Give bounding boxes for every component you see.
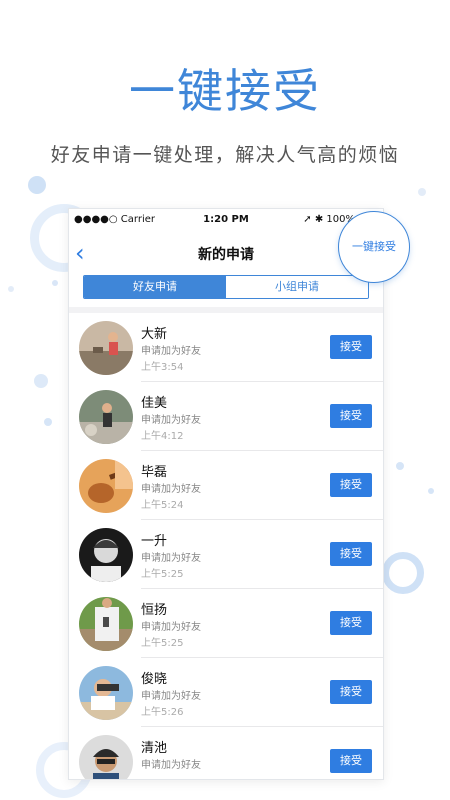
request-list: 大新 申请加为好友 上午3:54 接受 佳美 申请加为好友 上午4:12 接受 …	[69, 313, 383, 779]
requester-name: 俊晓	[141, 672, 168, 687]
request-time: 上午5:24	[141, 500, 184, 511]
accept-button[interactable]: 接受	[330, 473, 372, 497]
request-message: 申请加为好友	[141, 484, 201, 495]
requester-name: 一升	[141, 534, 168, 549]
accept-button[interactable]: 接受	[330, 335, 372, 359]
requester-name: 恒扬	[141, 603, 168, 618]
avatar	[79, 597, 133, 651]
request-message: 申请加为好友	[141, 622, 201, 633]
request-message: 申请加为好友	[141, 691, 201, 702]
decor-bubble	[34, 374, 48, 388]
decor-ring	[382, 552, 424, 594]
request-message: 申请加为好友	[141, 553, 201, 564]
list-item: 一升 申请加为好友 上午5:25 接受	[69, 520, 383, 589]
request-time: 上午5:25	[141, 569, 184, 580]
accept-button[interactable]: 接受	[330, 680, 372, 704]
request-message: 申请加为好友	[141, 346, 201, 357]
list-item: 大新 申请加为好友 上午3:54 接受	[69, 313, 383, 382]
decor-bubble	[418, 188, 426, 196]
decor-bubble	[396, 462, 404, 470]
request-message: 申请加为好友	[141, 415, 201, 426]
accept-button[interactable]: 接受	[330, 749, 372, 773]
requester-name: 毕磊	[141, 465, 168, 480]
tab-friend-requests[interactable]: 好友申请	[84, 276, 226, 298]
avatar	[79, 735, 133, 779]
nav-bar: ‹ 新的申请 一键	[69, 231, 383, 275]
accept-button[interactable]: 接受	[330, 542, 372, 566]
avatar	[79, 390, 133, 444]
phone-screen: ●●●●○ Carrier 1:20 PM ➚ ✱ 100% ‹ 新的申请 一键…	[68, 208, 384, 780]
promo-page: 一键接受 好友申请一键处理，解决人气高的烦恼 ●●●●○ Carrier 1:2…	[0, 0, 450, 800]
list-item: 佳美 申请加为好友 上午4:12 接受	[69, 382, 383, 451]
page-title: 新的申请	[198, 247, 254, 263]
decor-bubble	[428, 488, 434, 494]
segment-bar: 好友申请 小组申请	[69, 275, 383, 307]
requester-name: 大新	[141, 327, 168, 342]
subheadline: 好友申请一键处理，解决人气高的烦恼	[50, 144, 400, 166]
requester-name: 清池	[141, 741, 168, 756]
accept-all-callout[interactable]: 一键接受	[338, 211, 410, 283]
request-time: 上午3:54	[141, 362, 184, 373]
request-message: 申请加为好友	[141, 760, 201, 771]
accept-button[interactable]: 接受	[330, 404, 372, 428]
accept-button[interactable]: 接受	[330, 611, 372, 635]
decor-bubble	[44, 418, 52, 426]
list-item: 清池 申请加为好友 接受	[69, 727, 383, 779]
decor-bubble	[28, 176, 46, 194]
avatar	[79, 459, 133, 513]
headline: 一键接受	[129, 64, 321, 118]
tab-group-requests[interactable]: 小组申请	[226, 276, 368, 298]
list-item: 恒扬 申请加为好友 上午5:25 接受	[69, 589, 383, 658]
decor-bubble	[52, 280, 58, 286]
avatar	[79, 666, 133, 720]
avatar	[79, 321, 133, 375]
requester-name: 佳美	[141, 396, 168, 411]
request-time: 上午4:12	[141, 431, 184, 442]
list-item: 俊晓 申请加为好友 上午5:26 接受	[69, 658, 383, 727]
request-time: 上午5:26	[141, 707, 184, 718]
request-type-segment: 好友申请 小组申请	[83, 275, 369, 299]
request-time: 上午5:25	[141, 638, 184, 649]
avatar	[79, 528, 133, 582]
list-item: 毕磊 申请加为好友 上午5:24 接受	[69, 451, 383, 520]
status-bar: ●●●●○ Carrier 1:20 PM ➚ ✱ 100%	[69, 209, 383, 231]
decor-bubble	[8, 286, 14, 292]
